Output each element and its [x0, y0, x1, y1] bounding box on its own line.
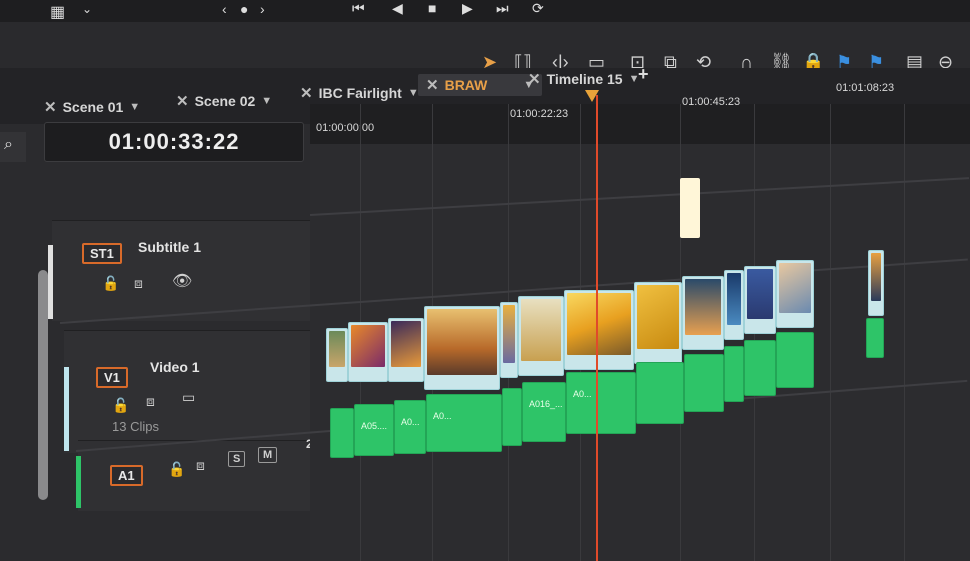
- tab-label: Timeline 15: [546, 71, 623, 87]
- audio-clip[interactable]: A016_...: [522, 382, 566, 442]
- audio-track-color: [76, 456, 81, 508]
- disable-track-icon[interactable]: ▭: [182, 389, 195, 406]
- auto-select-icon[interactable]: ⧈: [196, 457, 205, 474]
- video-clip[interactable]: [634, 282, 682, 364]
- play-icon[interactable]: ▶: [462, 0, 473, 17]
- search-icon: ⌕: [4, 136, 13, 153]
- stop-icon[interactable]: ■: [428, 0, 436, 16]
- lock-icon[interactable]: 🔓: [102, 275, 119, 292]
- ruler-label: 01:00:22:23: [510, 108, 569, 120]
- video-clip[interactable]: [564, 290, 634, 370]
- solo-button[interactable]: S: [228, 451, 246, 467]
- grid-line: [830, 104, 831, 561]
- audio-clip[interactable]: [866, 318, 884, 358]
- subtitle-track-color: [48, 245, 53, 319]
- loop-icon[interactable]: ⟳: [532, 0, 544, 17]
- subtitle-track-header: ST1 Subtitle 1 🔓 ⧈ 👁: [52, 220, 314, 321]
- close-icon[interactable]: ✕: [176, 92, 189, 110]
- video-clip[interactable]: [776, 260, 814, 328]
- tab-scene-01[interactable]: ✕ Scene 01 ▼: [44, 96, 140, 118]
- video-clip[interactable]: [868, 250, 884, 316]
- chevron-down-icon[interactable]: ▼: [261, 95, 272, 107]
- audio-clip-label: A016_...: [529, 399, 563, 409]
- tab-label: Scene 02: [194, 93, 256, 109]
- tab-scene-02[interactable]: ✕ Scene 02 ▼: [176, 90, 272, 112]
- playhead-line[interactable]: [596, 95, 598, 561]
- audio-clip[interactable]: A0...: [426, 394, 502, 452]
- video-clip[interactable]: [424, 306, 500, 390]
- audio-clip-label: A0...: [573, 389, 592, 399]
- video-clip[interactable]: [518, 296, 564, 376]
- ruler-label: 01:00:45:23: [682, 96, 741, 108]
- jump-end-icon[interactable]: ⏭: [496, 0, 509, 17]
- video-track-color: [64, 367, 69, 451]
- timecode-display[interactable]: 01:00:33:22: [44, 122, 304, 162]
- track-badge-v1[interactable]: V1: [96, 367, 128, 388]
- audio-clip[interactable]: A0...: [394, 400, 426, 454]
- video-clip[interactable]: [500, 302, 518, 378]
- clip-count: 13 Clips: [112, 419, 159, 434]
- audio-clip[interactable]: [684, 354, 724, 412]
- auto-select-icon[interactable]: ⧈: [146, 393, 155, 410]
- tab-ibc-fairlight[interactable]: ✕ IBC Fairlight ▼: [300, 82, 419, 104]
- video-clip[interactable]: [348, 322, 388, 382]
- edit-toolbar: ➤ ⟦⟧ ‹|› ▭ ⊡ ⧉ ⟲ ∩ ⛓ 🔒 ⚑ ⚑ ▤ ⊖: [0, 22, 970, 72]
- top-bar: ▦ ⌄ ‹ ● › ⏮ ◀ ■ ▶ ⏭ ⟳: [0, 0, 970, 22]
- grid-line: [904, 104, 905, 561]
- chevron-down-icon[interactable]: ▼: [129, 101, 140, 113]
- audio-track-header: A1 🔓 ⧈ S M 2.0: [78, 437, 324, 511]
- audio-clip-label: A0...: [401, 417, 420, 427]
- chevron-down-icon[interactable]: ⌄: [82, 2, 92, 16]
- close-icon[interactable]: ✕: [426, 76, 439, 94]
- audio-clip[interactable]: [724, 346, 744, 402]
- eye-icon[interactable]: 👁: [172, 271, 192, 291]
- audio-clip[interactable]: [776, 332, 814, 388]
- add-tab-button[interactable]: +: [638, 64, 649, 85]
- audio-clip[interactable]: [636, 362, 684, 424]
- audio-clip-label: A05....: [361, 421, 388, 431]
- track-badge-a1[interactable]: A1: [110, 465, 143, 486]
- track-name-subtitle[interactable]: Subtitle 1: [138, 239, 201, 255]
- close-icon[interactable]: ✕: [44, 98, 57, 116]
- track-scrollbar[interactable]: [38, 270, 48, 500]
- video-clip[interactable]: [682, 276, 724, 350]
- audio-clip[interactable]: [330, 408, 354, 458]
- film-icon[interactable]: ▦: [50, 2, 65, 22]
- jump-start-icon[interactable]: ⏮: [352, 0, 365, 17]
- mute-button[interactable]: M: [258, 447, 278, 463]
- prev-icon[interactable]: ‹: [222, 1, 227, 17]
- audio-clip[interactable]: [502, 388, 522, 446]
- tab-label: Scene 01: [62, 99, 124, 115]
- auto-select-icon[interactable]: ⧈: [134, 275, 143, 292]
- video-clip[interactable]: [326, 328, 348, 382]
- close-icon[interactable]: ✕: [528, 70, 541, 88]
- track-badge-st1[interactable]: ST1: [82, 243, 122, 264]
- next-icon[interactable]: ›: [260, 1, 265, 17]
- reverse-icon[interactable]: ◀: [392, 0, 403, 17]
- timeline-ruler[interactable]: 01:00:00:00 01:00:22:23 01:00:45:23 01:0…: [310, 82, 970, 144]
- audio-clip[interactable]: [744, 340, 776, 396]
- video-clip[interactable]: [724, 270, 744, 340]
- track-name-video[interactable]: Video 1: [150, 359, 200, 375]
- ruler-label: 01:01:08:23: [836, 82, 895, 94]
- audio-clip-label: A0...: [433, 411, 452, 421]
- tab-label: IBC Fairlight: [318, 85, 402, 101]
- tab-timeline-15[interactable]: ✕ Timeline 15 ▼: [528, 68, 639, 90]
- tab-label: BRAW: [444, 77, 488, 93]
- close-icon[interactable]: ✕: [300, 84, 313, 102]
- dot-icon[interactable]: ●: [240, 1, 248, 17]
- tab-braw[interactable]: ✕ BRAW ▼: [418, 74, 543, 96]
- subtitle-clip[interactable]: [680, 178, 700, 238]
- audio-clip[interactable]: A05....: [354, 404, 394, 456]
- video-clip[interactable]: [744, 266, 776, 334]
- lock-icon[interactable]: 🔓: [112, 397, 129, 414]
- video-clip[interactable]: [388, 318, 424, 382]
- playhead-handle[interactable]: [585, 90, 599, 102]
- search-button[interactable]: ⌕: [0, 132, 26, 162]
- audio-clip[interactable]: A0...: [566, 372, 636, 434]
- lock-icon[interactable]: 🔓: [168, 461, 185, 478]
- ruler-label: 01:00:00:00: [316, 122, 375, 134]
